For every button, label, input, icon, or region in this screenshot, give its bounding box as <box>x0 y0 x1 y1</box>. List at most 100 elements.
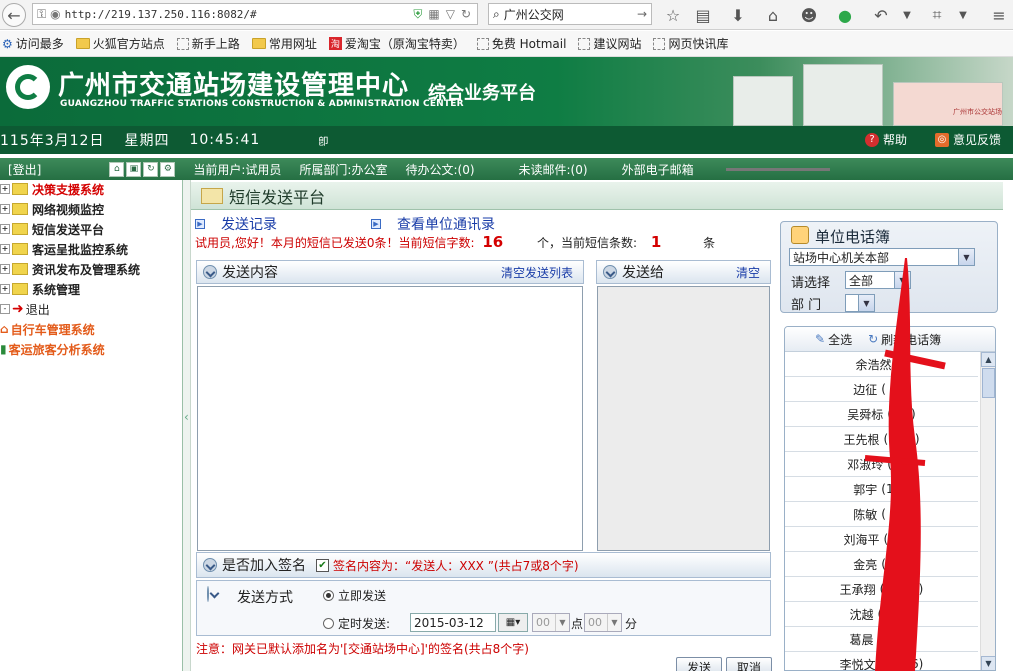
schedule-date-input[interactable]: 2015-03-12 <box>410 613 496 632</box>
sidebar-item-decision[interactable]: + 决策支援系统 <box>0 180 104 198</box>
minute-select[interactable]: 00 ▼ <box>584 613 622 632</box>
date-text: 115年3月12日 <box>0 133 105 149</box>
bookmark-item[interactable]: 建议网站 <box>578 35 641 52</box>
expand-icon[interactable]: + <box>0 224 10 234</box>
hour-select[interactable]: 00 ▼ <box>532 613 570 632</box>
clear-recipients-link[interactable]: 清空 <box>736 264 760 281</box>
signature-checkbox[interactable]: ✔ <box>316 558 329 572</box>
contact-row[interactable]: 李悦文( 3736) <box>785 652 978 670</box>
sidebar-item-video[interactable]: + 网络视频监控 <box>0 200 104 218</box>
refresh-phonebook-button[interactable]: ↻ 刷新电话簿 <box>868 331 941 348</box>
address-bar[interactable]: ⚿ ◉ http://219.137.250.116:8082/# ⛨ ▦ ▽ … <box>32 3 478 25</box>
star-icon[interactable]: ☆ <box>662 4 684 26</box>
menu-icon[interactable]: ≡ <box>988 4 1010 26</box>
sidebar-splitter[interactable] <box>183 180 191 671</box>
contact-row[interactable]: 葛晨( 786) <box>785 627 978 652</box>
collapse-icon[interactable] <box>603 265 617 279</box>
reading-list-icon[interactable]: ▤ <box>692 4 714 26</box>
contact-phone: ( 59) <box>887 407 916 421</box>
chat-icon[interactable]: ☻ <box>798 4 820 26</box>
contact-name: 边征 <box>853 382 878 397</box>
logout-link[interactable]: [登出] <box>8 161 41 178</box>
scroll-up-icon[interactable]: ▲ <box>981 352 995 367</box>
download-icon[interactable]: ⬇ <box>727 4 749 26</box>
send-record-link[interactable]: ▶ 发送记录 <box>195 214 277 234</box>
choose-select[interactable]: 全部 ▼ <box>845 271 911 289</box>
help-link[interactable]: ? 帮助 <box>864 131 907 148</box>
select-all-button[interactable]: ✎ 全选 <box>815 331 852 348</box>
home-icon[interactable]: ⌂ <box>762 4 784 26</box>
back-arrow-icon[interactable]: ← <box>2 3 26 27</box>
bookmark-item[interactable]: 火狐官方站点 <box>75 35 165 52</box>
go-arrow-icon[interactable]: → <box>637 7 647 21</box>
collapse-icon[interactable] <box>207 586 209 602</box>
unread-mail[interactable]: 未读邮件:(0) <box>519 161 588 178</box>
refresh-icon[interactable]: ↻ <box>143 161 159 177</box>
undo-icon[interactable]: ↶ <box>870 4 892 26</box>
department-select[interactable]: ▼ <box>845 294 875 312</box>
contact-row[interactable]: 陈敏( 76) <box>785 502 978 527</box>
expand-icon[interactable]: + <box>0 284 10 294</box>
undo-dropdown-icon[interactable]: ▼ <box>896 4 918 26</box>
sidebar-item-info[interactable]: + 资讯发布及管理系统 <box>0 260 140 278</box>
sidebar-item-approval[interactable]: + 客运呈批监控系统 <box>0 240 128 258</box>
contact-row[interactable]: 王承翔( 9666) <box>785 577 978 602</box>
contact-row[interactable]: 余浩然（ <box>785 352 978 377</box>
search-input[interactable]: ⌕ 广州公交网 → <box>488 3 652 25</box>
unit-select[interactable]: 站场中心机关本部 ▼ <box>789 248 975 266</box>
contact-row[interactable]: 郭宇 (1 1) <box>785 477 978 502</box>
cancel-button[interactable]: 取消 <box>726 657 772 671</box>
contact-row[interactable]: 边征( 39) <box>785 377 978 402</box>
bookmark-item[interactable]: 常用网址 <box>251 35 317 52</box>
refresh-icon[interactable]: ↻ <box>461 7 471 22</box>
home-icon[interactable]: ⌂ <box>109 161 125 177</box>
message-textarea[interactable] <box>197 286 583 551</box>
contact-list-header: ✎ 全选 ↻ 刷新电话簿 <box>785 327 995 352</box>
crop-dropdown-icon[interactable]: ▼ <box>952 4 974 26</box>
expand-icon[interactable]: + <box>0 264 10 274</box>
expand-icon[interactable]: + <box>0 204 10 214</box>
contact-row[interactable]: 刘海平( 851) <box>785 527 978 552</box>
calendar-icon[interactable]: ▦▾ <box>498 613 528 632</box>
bookmark-item[interactable]: 免费 Hotmail <box>476 35 566 52</box>
immediate-radio[interactable]: 立即发送 <box>323 587 386 604</box>
feedback-link[interactable]: ◎ 意见反馈 <box>934 131 1001 148</box>
dropdown-icon[interactable]: ▽ <box>446 7 455 22</box>
bookmark-item[interactable]: ⚙ 访问最多 <box>2 35 64 52</box>
contact-row[interactable]: 王先根( 560) <box>785 427 978 452</box>
contact-row[interactable]: 吴舜标( 59) <box>785 402 978 427</box>
window-icon[interactable]: ▣ <box>126 161 142 177</box>
view-directory-link[interactable]: ▶ 查看单位通讯录 <box>371 214 495 234</box>
bookmark-item[interactable]: 网页快讯库 <box>653 35 728 52</box>
clear-send-list-link[interactable]: 清空发送列表 <box>501 264 573 281</box>
bookmark-item[interactable]: 新手上路 <box>176 35 240 52</box>
expand-icon[interactable]: + <box>0 184 10 194</box>
send-button[interactable]: 发送 <box>676 657 722 671</box>
shield-icon[interactable]: ⛨ <box>413 7 422 22</box>
sidebar-item-exit[interactable]: - ➜ 退出 <box>0 300 50 318</box>
scheduled-radio[interactable]: 定时发送: <box>323 615 390 632</box>
settings-icon[interactable]: ⚙ <box>160 161 176 177</box>
contact-phone: ( 76) <box>887 457 916 471</box>
sidebar-item-admin[interactable]: + 系统管理 <box>0 280 80 298</box>
contact-row[interactable]: 邓淑玲( 76) <box>785 452 978 477</box>
scroll-down-icon[interactable]: ▼ <box>981 656 995 670</box>
sidebar-item-sms[interactable]: + 短信发送平台 <box>0 220 104 238</box>
scroll-thumb[interactable] <box>982 368 995 398</box>
wechat-icon[interactable]: ● <box>834 4 856 26</box>
bookmark-item[interactable]: 淘爱淘宝（原淘宝特卖） <box>328 35 465 52</box>
collapse-icon[interactable] <box>203 265 217 279</box>
recipient-list[interactable] <box>597 286 770 551</box>
crop-icon[interactable]: ⌗ <box>926 4 948 26</box>
qr-icon[interactable]: ▦ <box>428 7 439 22</box>
contact-row[interactable]: 金亮( 48) <box>785 552 978 577</box>
contact-scrollbar[interactable]: ▲ ▼ <box>980 352 995 670</box>
sidebar-item-passenger[interactable]: ▮ 客运旅客分析系统 <box>0 340 105 358</box>
collapse-arrow-icon[interactable]: ‹ <box>184 410 189 424</box>
contact-row[interactable]: 沈越( 663) <box>785 602 978 627</box>
sidebar-item-bike[interactable]: ⌂ 自行车管理系统 <box>0 320 95 338</box>
external-mail-link[interactable]: 外部电子邮箱 <box>622 161 694 178</box>
collapse-icon[interactable] <box>203 558 217 572</box>
expand-icon[interactable]: + <box>0 244 10 254</box>
pending-docs[interactable]: 待办公文:(0) <box>405 161 474 178</box>
